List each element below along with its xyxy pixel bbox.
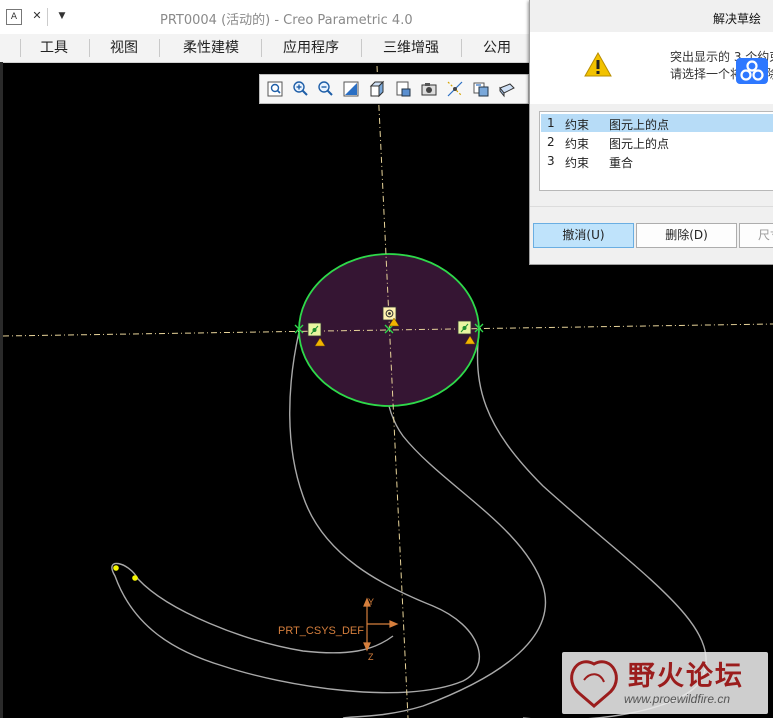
menu-divider	[461, 39, 462, 57]
tab-view[interactable]: 视图	[93, 34, 155, 62]
constraint-description: 图元上的点	[609, 137, 670, 151]
annotation-display-icon[interactable]	[470, 78, 492, 100]
menu-divider	[20, 39, 21, 57]
constraint-number: 2	[547, 135, 555, 149]
menu-divider	[361, 39, 362, 57]
constraint-type: 约束	[565, 118, 590, 132]
constraint-number: 1	[547, 116, 555, 130]
tab-tools[interactable]: 工具	[24, 34, 84, 62]
saved-orientations-icon[interactable]	[392, 78, 414, 100]
resolve-sketch-dialog: 解决草绘 突出显示的 3 个约束 请选择一个将其删除 1 约束 图元上的点 2 …	[529, 0, 773, 265]
zoom-out-icon[interactable]	[314, 78, 336, 100]
dialog-message-area: 突出显示的 3 个约束 请选择一个将其删除	[530, 32, 773, 104]
toolbar-divider	[47, 8, 48, 26]
axis-label-z: Z	[368, 652, 374, 662]
repaint-icon[interactable]	[340, 78, 362, 100]
dimension-button[interactable]: 尺寸	[739, 223, 773, 248]
constraint-type: 约束	[565, 137, 590, 151]
view-toolbar	[259, 74, 529, 104]
list-item[interactable]: 1 约束 图元上的点	[541, 114, 773, 132]
tab-applications[interactable]: 应用程序	[266, 34, 356, 62]
quick-access-dropdown-icon[interactable]: ▼	[55, 9, 69, 23]
quick-access-a-button[interactable]: A	[6, 9, 22, 25]
dialog-footer: 撤消(U) 删除(D) 尺寸	[530, 206, 773, 264]
csys-label: PRT_CSYS_DEF	[278, 625, 364, 637]
dialog-title: 解决草绘	[713, 12, 762, 26]
axis-label-y: Y	[368, 597, 375, 607]
list-item[interactable]: 2 约束 图元上的点	[541, 133, 773, 151]
watermark-url: www.proewildfire.cn	[624, 692, 731, 706]
undo-button[interactable]: 撤消(U)	[533, 223, 634, 248]
warning-icon	[584, 52, 612, 77]
tab-3d-enhance[interactable]: 三维增强	[366, 34, 456, 62]
dialog-title-bar[interactable]: 解决草绘	[530, 0, 773, 32]
delete-button[interactable]: 删除(D)	[636, 223, 737, 248]
menu-divider	[89, 39, 90, 57]
cloud-share-icon[interactable]	[736, 58, 768, 84]
constraint-description: 图元上的点	[609, 118, 670, 132]
tab-common[interactable]: 公用	[466, 34, 528, 62]
sketch-view-icon[interactable]	[496, 78, 518, 100]
view-manager-icon[interactable]	[418, 78, 440, 100]
curve-endpoint[interactable]	[113, 565, 119, 571]
list-item[interactable]: 3 约束 重合	[541, 152, 773, 170]
tab-flexible-modeling[interactable]: 柔性建模	[165, 34, 257, 62]
datum-display-icon[interactable]	[444, 78, 466, 100]
menu-divider	[159, 39, 160, 57]
constraint-list[interactable]: 1 约束 图元上的点 2 约束 图元上的点 3 约束 重合	[539, 111, 773, 191]
constraint-type: 约束	[565, 156, 590, 170]
constraint-description: 重合	[609, 156, 634, 170]
zoom-in-icon[interactable]	[289, 78, 311, 100]
window-title: PRT0004 (活动的) - Creo Parametric 4.0	[160, 13, 413, 28]
close-window-icon[interactable]: ✕	[30, 9, 44, 23]
forum-logo-icon	[570, 660, 618, 708]
watermark-title: 野火论坛	[628, 661, 744, 692]
menu-divider	[261, 39, 262, 57]
display-style-icon[interactable]	[366, 78, 388, 100]
curve-endpoint[interactable]	[132, 575, 138, 581]
refit-icon[interactable]	[264, 78, 286, 100]
constraint-number: 3	[547, 154, 555, 168]
forum-watermark: 野火论坛 www.proewildfire.cn	[562, 652, 768, 714]
